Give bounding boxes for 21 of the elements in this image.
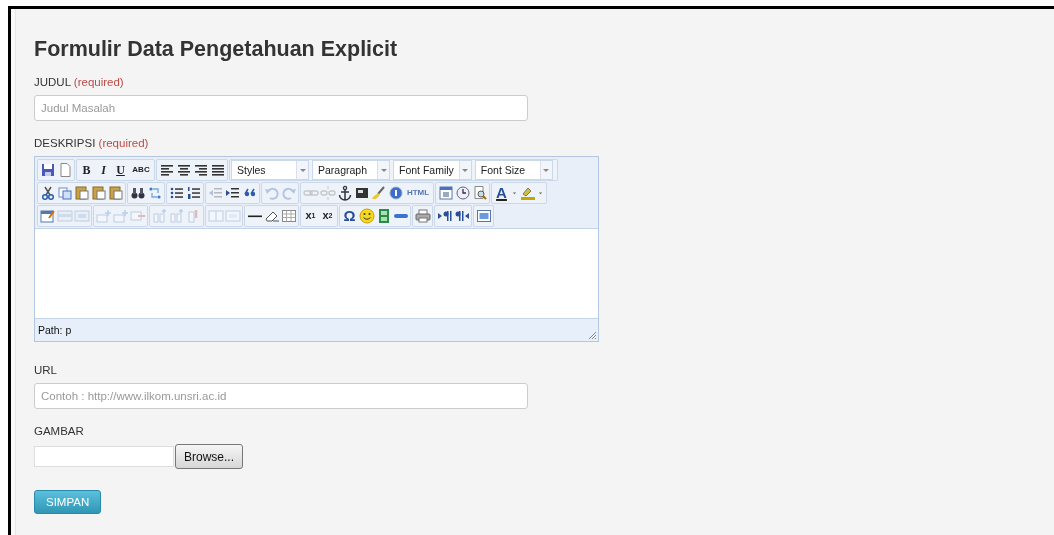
underline-button[interactable]: U <box>112 159 129 180</box>
format-dropdown[interactable]: Styles <box>231 159 309 180</box>
text-field[interactable]: Contoh : http://www.ilkom.unsri.ac.id <box>34 383 528 409</box>
smiley-icon[interactable] <box>358 205 375 226</box>
text-field[interactable]: Judul Masalah <box>34 95 528 121</box>
path-text: Path: p <box>38 324 72 336</box>
html-button[interactable]: HTML <box>404 182 432 203</box>
strikethrough-button[interactable]: ABC <box>129 159 153 180</box>
browse-button[interactable]: Browse... <box>175 444 243 469</box>
form-title: Formulir Data Pengetahuan Explicit <box>34 36 398 63</box>
field-label: GAMBAR <box>34 424 84 439</box>
italic-button[interactable]: I <box>95 159 112 180</box>
bold-button[interactable]: B <box>78 159 95 180</box>
field-label: DESKRIPSI (required) <box>34 136 149 151</box>
file-path-field[interactable] <box>34 446 174 467</box>
field-label: JUDUL (required) <box>34 75 124 90</box>
field-label: URL <box>34 363 57 378</box>
format-dropdown[interactable]: Font Family <box>393 159 472 180</box>
format-dropdown[interactable]: Paragraph <box>312 159 390 180</box>
format-dropdown[interactable]: Font Size <box>474 159 553 180</box>
resize-handle-icon[interactable] <box>588 331 597 340</box>
